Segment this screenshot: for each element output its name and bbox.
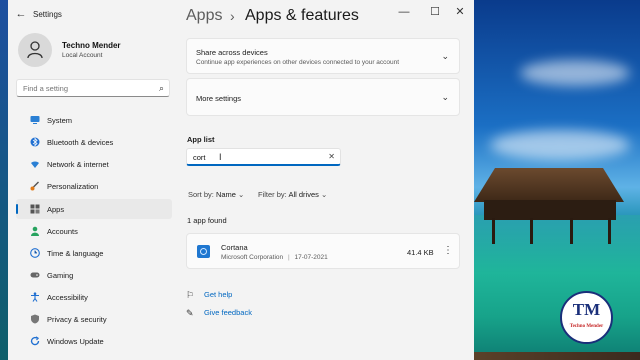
card-subtitle: Continue app experiences on other device… [196, 59, 400, 66]
water-villa-body [484, 200, 616, 220]
update-icon [30, 336, 40, 346]
window-title: Settings [33, 10, 62, 19]
app-list-heading: App list [187, 135, 215, 144]
meta-separator: | [287, 254, 290, 261]
sidebar-item-label: System [47, 116, 73, 125]
cortana-icon [197, 245, 210, 258]
cloud [490, 130, 630, 160]
page-title: Apps & features [245, 7, 359, 24]
filter-dropdown[interactable]: Filter by: All drives ⌄ [258, 190, 327, 199]
sidebar-item-label: Network & internet [47, 160, 109, 169]
app-name: Cortana [221, 243, 248, 252]
logo-monogram: TM [572, 300, 601, 319]
gamepad-icon [30, 272, 40, 278]
chevron-down-icon[interactable]: ⌄ [441, 51, 449, 62]
close-button[interactable]: ✕ [449, 4, 471, 20]
filter-label: Filter by: [258, 190, 287, 199]
list-item[interactable]: Cortana Microsoft Corporation | 17-07-20… [186, 233, 460, 269]
chevron-down-icon[interactable]: ⌄ [441, 92, 449, 103]
feedback-icon: ✎ [186, 308, 194, 318]
share-across-devices-card[interactable]: Share across devices Continue app experi… [186, 38, 460, 74]
sidebar-item-label: Accessibility [47, 293, 88, 302]
sidebar-item-label: Gaming [47, 271, 74, 280]
sidebar-item-privacy-security[interactable]: Privacy & security [16, 309, 172, 329]
sort-value: Name [215, 190, 236, 199]
settings-window: ← Settings — ☐ ✕ Techno Mender Local Acc… [8, 0, 474, 360]
sidebar-item-system[interactable]: System [16, 110, 172, 130]
get-help-link[interactable]: Get help [204, 290, 232, 299]
minimize-button[interactable]: — [393, 4, 415, 20]
sidebar-item-accounts[interactable]: Accounts [16, 221, 172, 241]
person-icon [31, 226, 39, 236]
sidebar-item-accessibility[interactable]: Accessibility [16, 287, 172, 307]
sidebar-item-label: Privacy & security [47, 315, 107, 324]
active-indicator [16, 204, 18, 214]
villa-post [608, 218, 611, 244]
sort-label: Sort by: [188, 190, 214, 199]
sidebar-item-network[interactable]: Network & internet [16, 154, 172, 174]
filter-value: All drives [288, 190, 319, 199]
sidebar-item-gaming[interactable]: Gaming [16, 265, 172, 285]
sidebar-item-label: Time & language [47, 249, 104, 258]
profile-account-type: Local Account [62, 52, 103, 59]
sidebar-item-label: Accounts [47, 227, 78, 236]
shield-icon [31, 314, 39, 324]
wifi-icon [31, 161, 39, 168]
title-bar: ← Settings — ☐ ✕ [8, 0, 474, 28]
card-title: Share across devices [196, 48, 268, 57]
text-cursor-icon: I [219, 152, 222, 162]
bluetooth-icon [30, 137, 40, 147]
profile-name: Techno Mender [62, 41, 121, 50]
cloud [520, 60, 630, 86]
app-list-search-box[interactable]: I ✕ [186, 148, 341, 166]
sidebar-item-time-language[interactable]: Time & language [16, 243, 172, 263]
sidebar-item-label: Apps [47, 205, 65, 214]
search-icon[interactable]: ⌕ [159, 83, 164, 94]
villa-post [492, 218, 495, 244]
brush-icon [30, 181, 39, 191]
desktop-left-edge [0, 0, 8, 360]
channel-logo: TM Techno Mender [560, 291, 613, 344]
globe-clock-icon [30, 248, 40, 258]
sidebar-item-label: Personalization [47, 182, 99, 191]
find-setting-input[interactable] [23, 83, 153, 94]
chevron-down-icon: ⌄ [238, 190, 245, 199]
maximize-button[interactable]: ☐ [424, 4, 446, 20]
more-options-icon[interactable]: ⋮ [442, 244, 454, 258]
sidebar-item-personalization[interactable]: Personalization [16, 176, 172, 196]
app-size: 41.4 KB [407, 248, 434, 257]
person-icon [27, 41, 43, 59]
back-arrow-icon[interactable]: ← [14, 7, 28, 21]
app-date: 17-07-2021 [294, 254, 328, 261]
villa-post [530, 218, 533, 244]
give-feedback-link[interactable]: Give feedback [204, 308, 252, 317]
sort-dropdown[interactable]: Sort by: Name ⌄ [188, 190, 244, 199]
villa-post [570, 218, 573, 244]
card-title: More settings [196, 94, 242, 103]
breadcrumb-apps[interactable]: Apps [186, 7, 222, 25]
breadcrumb-separator: › [230, 8, 235, 24]
apps-icon [30, 204, 40, 214]
chevron-down-icon: ⌄ [320, 190, 328, 199]
result-count: 1 app found [187, 216, 227, 225]
water-villa-roof [474, 168, 624, 202]
clear-icon[interactable]: ✕ [328, 152, 335, 161]
accessibility-icon [31, 292, 39, 302]
app-meta: Microsoft Corporation | 17-07-2021 [221, 254, 328, 261]
sidebar-item-windows-update[interactable]: Windows Update [16, 331, 172, 351]
more-settings-card[interactable]: More settings ⌄ [186, 78, 460, 116]
sidebar-item-label: Bluetooth & devices [47, 138, 114, 147]
sidebar-item-label: Windows Update [47, 337, 104, 346]
sea [470, 215, 640, 360]
app-publisher: Microsoft Corporation [221, 254, 284, 261]
monitor-icon [30, 116, 40, 124]
find-setting-box[interactable]: ⌕ [16, 79, 170, 97]
sidebar-item-bluetooth[interactable]: Bluetooth & devices [16, 132, 172, 152]
sidebar-item-apps[interactable]: Apps [16, 199, 172, 219]
logo-text: Techno Mender [569, 324, 604, 329]
app-search-input[interactable] [193, 152, 313, 163]
avatar[interactable] [18, 33, 52, 67]
get-help-icon: ⚐ [186, 290, 195, 300]
